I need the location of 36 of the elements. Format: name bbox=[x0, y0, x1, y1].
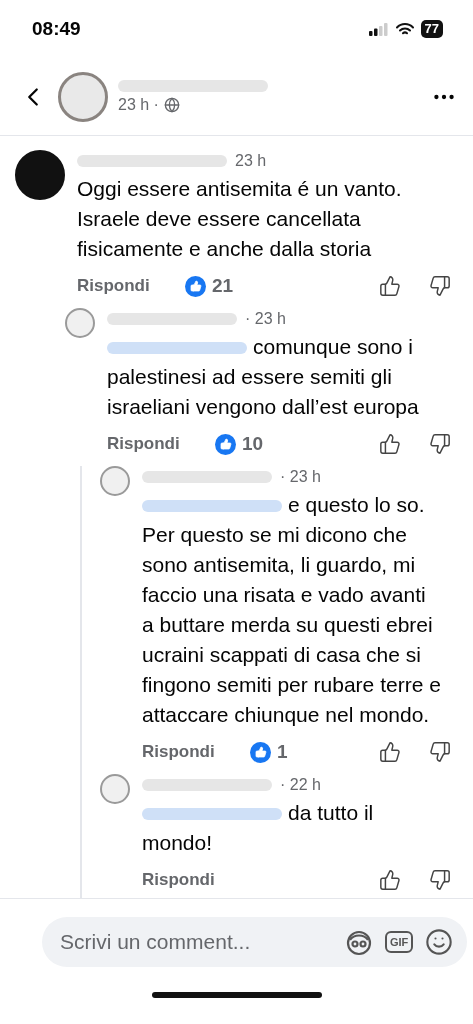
like-badge-icon bbox=[250, 741, 271, 763]
thumbs-up-icon[interactable] bbox=[379, 869, 401, 891]
wifi-icon bbox=[395, 22, 414, 36]
thumbs-up-icon[interactable] bbox=[379, 433, 401, 455]
comment-text: comunque sono i palestinesi ad essere semiti gli israeliani vengono dall’est europa bbox=[107, 334, 420, 420]
battery-level: 77 bbox=[420, 20, 443, 38]
reply-link[interactable]: Rispondi bbox=[107, 434, 215, 454]
thumbs-up-icon[interactable] bbox=[379, 741, 401, 763]
reply-link[interactable]: Rispondi bbox=[142, 870, 250, 890]
like-badge-icon bbox=[185, 275, 206, 297]
gif-button[interactable]: GIF bbox=[385, 930, 414, 953]
thumbs-down-icon[interactable] bbox=[429, 275, 451, 297]
comment-time: · 23 h bbox=[245, 310, 286, 328]
like-badge-icon bbox=[215, 433, 236, 455]
like-count: 10 bbox=[242, 433, 264, 455]
status-time: 08:49 bbox=[32, 18, 81, 40]
reply-link[interactable]: Rispondi bbox=[77, 276, 185, 296]
comment-time: 23 h bbox=[235, 152, 267, 170]
reply-link[interactable]: Rispondi bbox=[142, 742, 250, 762]
comment-field[interactable]: Scrivi un comment... GIF bbox=[42, 916, 468, 967]
signal-icon bbox=[368, 22, 389, 36]
post-time: 23 h · bbox=[118, 95, 159, 114]
thumbs-down-icon[interactable] bbox=[429, 433, 451, 455]
comment-text: Oggi essere antisemita é un vanto. Israele deve essere cancellata fisicamente e anche dalla storia bbox=[77, 176, 403, 262]
comment-time: · 23 h bbox=[280, 468, 321, 486]
like-count: 21 bbox=[212, 275, 234, 297]
thumbs-up-icon[interactable] bbox=[379, 275, 401, 297]
globe-icon bbox=[163, 96, 180, 113]
avatar[interactable] bbox=[15, 150, 65, 200]
thumbs-down-icon[interactable] bbox=[429, 869, 451, 891]
thumbs-down-icon[interactable] bbox=[429, 741, 451, 763]
comment-time: · 22 h bbox=[280, 776, 321, 794]
emoji-icon[interactable] bbox=[425, 927, 454, 956]
comment-text: e questo lo so. Per questo se mi dicono che sono antisemita, li guardo, mi faccio una risata e vado avanti a buttare merda su questi ebrei ucraini scappati di casa che si fingono semiti per rubare terre e attaccare chiunque nel mondo. bbox=[142, 492, 442, 728]
like-count: 1 bbox=[277, 741, 288, 763]
comment-text: da tutto il mondo! bbox=[142, 800, 375, 856]
